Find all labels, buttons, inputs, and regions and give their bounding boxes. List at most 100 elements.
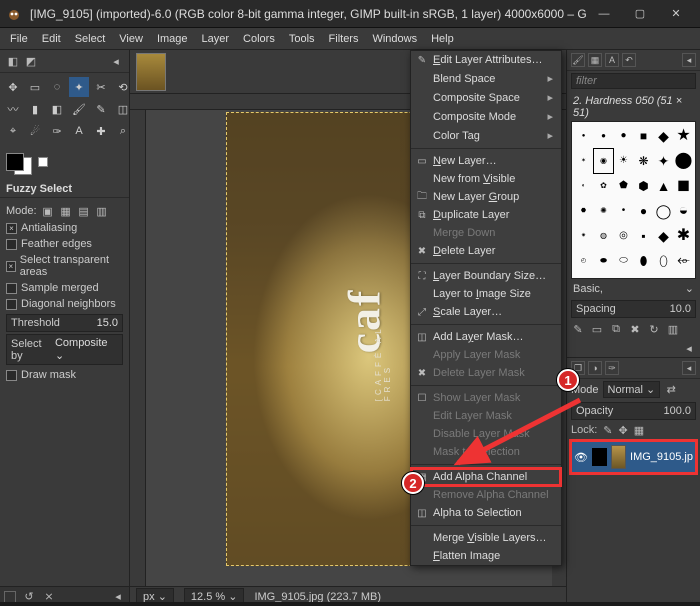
menu-new-from-visible[interactable]: New from Visible: [411, 170, 561, 188]
layer-mask-thumb[interactable]: [592, 448, 607, 466]
window-minimize-button[interactable]: —: [586, 2, 622, 26]
brush-preset[interactable]: ✷: [574, 224, 593, 248]
brush-preset[interactable]: ▪: [634, 224, 653, 248]
menu-view[interactable]: View: [113, 31, 149, 47]
brush-filter-input[interactable]: filter: [571, 73, 696, 89]
mode-intersect-icon[interactable]: ▥: [95, 204, 109, 218]
brush-preset[interactable]: ❋: [634, 149, 653, 173]
lock-pixels-icon[interactable]: ✎: [603, 424, 612, 437]
mode-replace-icon[interactable]: ▣: [41, 204, 55, 218]
menu-filters[interactable]: Filters: [323, 31, 365, 47]
menu-blend-space[interactable]: Blend Space▸: [411, 69, 561, 88]
draw-mask-checkbox[interactable]: [6, 370, 17, 381]
dock-menu-chevron-icon[interactable]: ◂: [682, 53, 696, 67]
brush-preset[interactable]: ⬬: [594, 249, 613, 273]
menu-duplicate-layer[interactable]: ⧉Duplicate Layer: [411, 206, 561, 224]
edit-brush-icon[interactable]: ✎: [571, 322, 585, 336]
color-picker-tool[interactable]: ✚: [91, 121, 111, 141]
rect-select-tool[interactable]: ▭: [25, 77, 45, 97]
brush-preset[interactable]: ●: [634, 199, 653, 223]
brush-preset[interactable]: ⬭: [614, 249, 633, 273]
sample-merged-checkbox[interactable]: [6, 283, 17, 294]
brush-preset[interactable]: ✺: [594, 199, 613, 223]
sample-merged-option[interactable]: Sample merged: [6, 280, 123, 296]
menu-alpha-to-selection[interactable]: ◫Alpha to Selection: [411, 504, 561, 522]
brush-preset[interactable]: ◎: [614, 224, 633, 248]
brush-preset-selector[interactable]: Basic,⌄: [567, 279, 700, 298]
brush-preset[interactable]: ◍: [594, 224, 613, 248]
menu-file[interactable]: File: [4, 31, 34, 47]
menu-delete-layer[interactable]: ✖Delete Layer: [411, 242, 561, 260]
brush-preset[interactable]: ◉: [594, 149, 613, 173]
threshold-field[interactable]: Threshold15.0: [6, 314, 123, 332]
menu-windows[interactable]: Windows: [366, 31, 423, 47]
menu-add-alpha-channel[interactable]: ▦Add Alpha Channel: [411, 468, 561, 486]
brush-preset[interactable]: ★: [674, 124, 693, 148]
brush-preset[interactable]: ⬮: [634, 249, 653, 273]
mode-add-icon[interactable]: ▦: [59, 204, 73, 218]
menu-image[interactable]: Image: [151, 31, 194, 47]
feather-checkbox[interactable]: [6, 239, 17, 250]
brush-spacing-field[interactable]: Spacing10.0: [571, 300, 696, 318]
brush-preset[interactable]: ⬤: [674, 149, 693, 173]
path-tool[interactable]: ✑: [47, 121, 67, 141]
menu-layer-to-image-size[interactable]: Layer to Image Size: [411, 285, 561, 303]
brush-preset[interactable]: ⬯: [654, 249, 673, 273]
select-by-field[interactable]: Select byComposite ⌄: [6, 334, 123, 365]
transparent-checkbox[interactable]: ×: [6, 261, 16, 272]
delete-brush-icon[interactable]: ✖: [628, 322, 642, 336]
brush-preset[interactable]: ⬰: [674, 249, 693, 273]
text-tool[interactable]: A: [69, 121, 89, 141]
feather-option[interactable]: Feather edges: [6, 236, 123, 252]
menu-composite-space[interactable]: Composite Space▸: [411, 88, 561, 107]
brushes-tab-icon[interactable]: 🖌: [571, 53, 585, 67]
refresh-brush-icon[interactable]: ↻: [647, 322, 661, 336]
menu-layer-boundary-size[interactable]: ⛶Layer Boundary Size…: [411, 267, 561, 285]
brush-preset[interactable]: ●: [594, 124, 613, 148]
layer-visibility-icon[interactable]: 👁: [574, 451, 588, 464]
layers-menu-chevron-icon[interactable]: ◂: [682, 361, 696, 375]
draw-mask-option[interactable]: Draw mask: [6, 367, 123, 383]
brush-preset[interactable]: ◆: [654, 224, 673, 248]
color-swatches[interactable]: [0, 143, 129, 181]
warp-tool[interactable]: 〰: [3, 99, 23, 119]
open-as-image-icon[interactable]: ▥: [666, 322, 680, 336]
save-preset-icon[interactable]: [4, 591, 16, 603]
toolbox-config-icon[interactable]: ◩: [24, 54, 38, 68]
duplicate-brush-icon[interactable]: ⧉: [609, 322, 623, 336]
brush-preset[interactable]: ◴: [574, 249, 593, 273]
antialiasing-checkbox[interactable]: ×: [6, 223, 17, 234]
window-close-button[interactable]: ✕: [658, 2, 694, 26]
lock-position-icon[interactable]: ✥: [619, 424, 628, 437]
layer-thumbnail[interactable]: [611, 445, 626, 469]
brush-preset[interactable]: ◼: [674, 174, 693, 198]
brush-menu-icon[interactable]: ◂: [682, 341, 696, 355]
gradient-tool[interactable]: ◧: [47, 99, 67, 119]
brush-preset[interactable]: ◒: [674, 199, 693, 223]
fonts-tab-icon[interactable]: A: [605, 53, 619, 67]
menu-colors[interactable]: Colors: [237, 31, 281, 47]
lock-alpha-icon[interactable]: ▦: [634, 424, 644, 437]
brush-preset[interactable]: ☀: [614, 149, 633, 173]
toolbox-tab-icon[interactable]: ◧: [6, 54, 20, 68]
menu-edit-layer-attributes[interactable]: ✎Edit Layer Attributes…: [411, 51, 561, 69]
menu-edit[interactable]: Edit: [36, 31, 67, 47]
brush-grid[interactable]: ●●●■◆★✶◉☀❋✦⬤◐✿⬟⬢▲◼⬣✺•●◯◒✷◍◎▪◆✱◴⬬⬭⬮⬯⬰: [571, 121, 696, 279]
brush-preset[interactable]: ◐: [574, 174, 593, 198]
brush-preset[interactable]: ⬣: [574, 199, 593, 223]
new-brush-icon[interactable]: ▭: [590, 322, 604, 336]
antialiasing-option[interactable]: ×Antialiasing: [6, 220, 123, 236]
mode-switch-icon[interactable]: ⇄: [664, 383, 678, 397]
bucket-fill-tool[interactable]: ▮: [25, 99, 45, 119]
diagonal-option[interactable]: Diagonal neighbors: [6, 296, 123, 312]
menu-merge-visible-layers[interactable]: Merge Visible Layers…: [411, 529, 561, 547]
channels-tab-icon[interactable]: ◑: [588, 361, 602, 375]
brush-preset[interactable]: ⬢: [634, 174, 653, 198]
paintbrush-tool[interactable]: 🖌: [69, 99, 89, 119]
menu-color-tag[interactable]: Color Tag▸: [411, 126, 561, 145]
brush-preset[interactable]: ▲: [654, 174, 673, 198]
brush-preset[interactable]: ⬟: [614, 174, 633, 198]
layer-opacity-field[interactable]: Opacity100.0: [571, 402, 696, 420]
menu-select[interactable]: Select: [69, 31, 112, 47]
layer-row[interactable]: 👁 IMG_9105.jp: [571, 441, 696, 473]
